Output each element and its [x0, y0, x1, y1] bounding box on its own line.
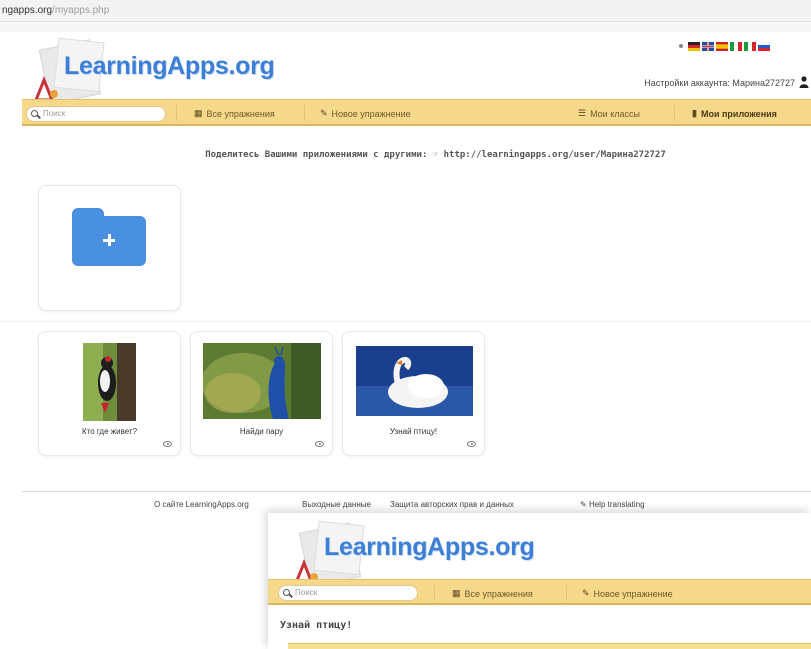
app-title: Кто где живет? — [81, 427, 138, 436]
overlay-search-input: Поиск — [278, 585, 418, 601]
nav-separator — [176, 105, 177, 121]
nav-all-exercises-label: Все упражнения — [206, 108, 275, 119]
eye-icon[interactable] — [163, 441, 172, 447]
app-card[interactable]: Узнай птицу! — [342, 331, 485, 456]
app-card[interactable]: Найди пару — [190, 331, 333, 456]
nav-my-classes[interactable]: ☰ Мои классы — [578, 108, 640, 119]
uk-flag-icon[interactable] — [702, 41, 714, 51]
browser-address-bar[interactable]: ngapps.org/myapps.php — [0, 0, 811, 22]
nav-all-exercises[interactable]: ▦ Все упражнения — [194, 108, 275, 119]
pencil-icon: ✎ — [320, 108, 328, 118]
woodpecker-image — [83, 343, 136, 421]
grid-icon: ▦ — [194, 108, 203, 118]
overlay-nav-all-exercises-label: Все упражнения — [464, 588, 533, 599]
user-icon[interactable] — [799, 76, 809, 88]
app-card[interactable]: Кто где живет? — [38, 331, 181, 456]
footer-imprint-link[interactable]: Выходные данные — [302, 500, 371, 509]
overlay-app-bar — [288, 643, 811, 649]
app-title: Узнай птицу! — [389, 427, 438, 436]
app-preview-screenshot: LearningApps.org Поиск ▦ Все упражнения … — [268, 513, 811, 649]
new-folder-card[interactable] — [38, 185, 181, 311]
spanish-flag-icon[interactable] — [716, 41, 728, 51]
overlay-logo: LearningApps.org — [290, 519, 550, 588]
app-title: Найди пару — [239, 427, 284, 436]
share-link-text[interactable]: Поделитесь Вашими приложениями с другими… — [0, 150, 811, 160]
italian-flag-icon[interactable] — [730, 41, 742, 51]
overlay-nav-all-exercises: ▦ Все упражнения — [452, 588, 533, 599]
nav-new-exercise-label: Новое упражнение — [331, 108, 411, 119]
footer-help-label: Help translating — [588, 500, 645, 509]
eye-icon[interactable] — [467, 441, 476, 447]
overlay-nav-new-exercise: ✎ Новое упражнение — [582, 588, 673, 599]
nav-my-classes-label: Мои классы — [590, 108, 640, 119]
overlay-search-placeholder: Поиск — [295, 588, 318, 597]
italian-flag-2-icon[interactable] — [744, 41, 756, 51]
folder-icon: ▮ — [692, 108, 697, 118]
flags-bullet — [679, 44, 683, 48]
pencil-icon: ✎ — [580, 500, 587, 509]
search-placeholder: Поиск — [43, 109, 66, 118]
german-flag-icon[interactable] — [688, 41, 700, 51]
page-top-strip — [0, 22, 811, 32]
url-path: /myapps.php — [52, 5, 110, 16]
peacock-image — [203, 343, 321, 419]
russian-flag-icon[interactable] — [758, 41, 770, 51]
list-icon: ☰ — [578, 108, 587, 118]
swan-image — [356, 346, 473, 416]
nav-separator — [566, 585, 567, 601]
pencil-icon: ✎ — [582, 588, 590, 598]
footer-divider — [22, 491, 811, 492]
logo-text: LearningApps.org — [64, 52, 275, 80]
overlay-app-title: Узнай птицу! — [280, 620, 353, 631]
language-flags — [679, 40, 770, 52]
site-logo[interactable]: LearningApps.org — [30, 36, 290, 105]
footer-help-link[interactable]: ✎ Help translating — [580, 500, 645, 509]
nav-separator — [434, 585, 435, 601]
nav-new-exercise[interactable]: ✎ Новое упражнение — [320, 108, 411, 119]
overlay-logo-text: LearningApps.org — [324, 533, 535, 561]
footer-about-link[interactable]: О сайте LearningApps.org — [154, 500, 249, 509]
url-host: ngapps.org — [2, 5, 53, 16]
plus-icon — [103, 234, 115, 246]
search-icon — [31, 110, 38, 117]
overlay-navbar: Поиск ▦ Все упражнения ✎ Новое упражнени… — [268, 579, 811, 605]
grid-icon: ▦ — [452, 588, 461, 598]
nav-my-apps-label: Мои приложения — [700, 108, 777, 119]
main-navbar: Поиск ▦ Все упражнения ✎ Новое упражнени… — [22, 99, 811, 126]
overlay-nav-new-exercise-label: Новое упражнение — [593, 588, 673, 599]
url-text[interactable]: ngapps.org/myapps.php — [2, 5, 109, 16]
footer-privacy-link[interactable]: Защита авторских прав и данных — [390, 500, 514, 509]
section-divider — [0, 321, 811, 322]
search-input[interactable]: Поиск — [26, 106, 166, 122]
eye-icon[interactable] — [315, 441, 324, 447]
nav-separator — [304, 105, 305, 121]
nav-my-apps[interactable]: ▮ Мои приложения — [692, 108, 777, 119]
account-settings-link[interactable]: Настройки аккаунта: Марина272727 — [644, 78, 795, 88]
search-icon — [283, 589, 290, 596]
add-folder-icon — [72, 208, 146, 266]
nav-separator — [674, 105, 675, 121]
